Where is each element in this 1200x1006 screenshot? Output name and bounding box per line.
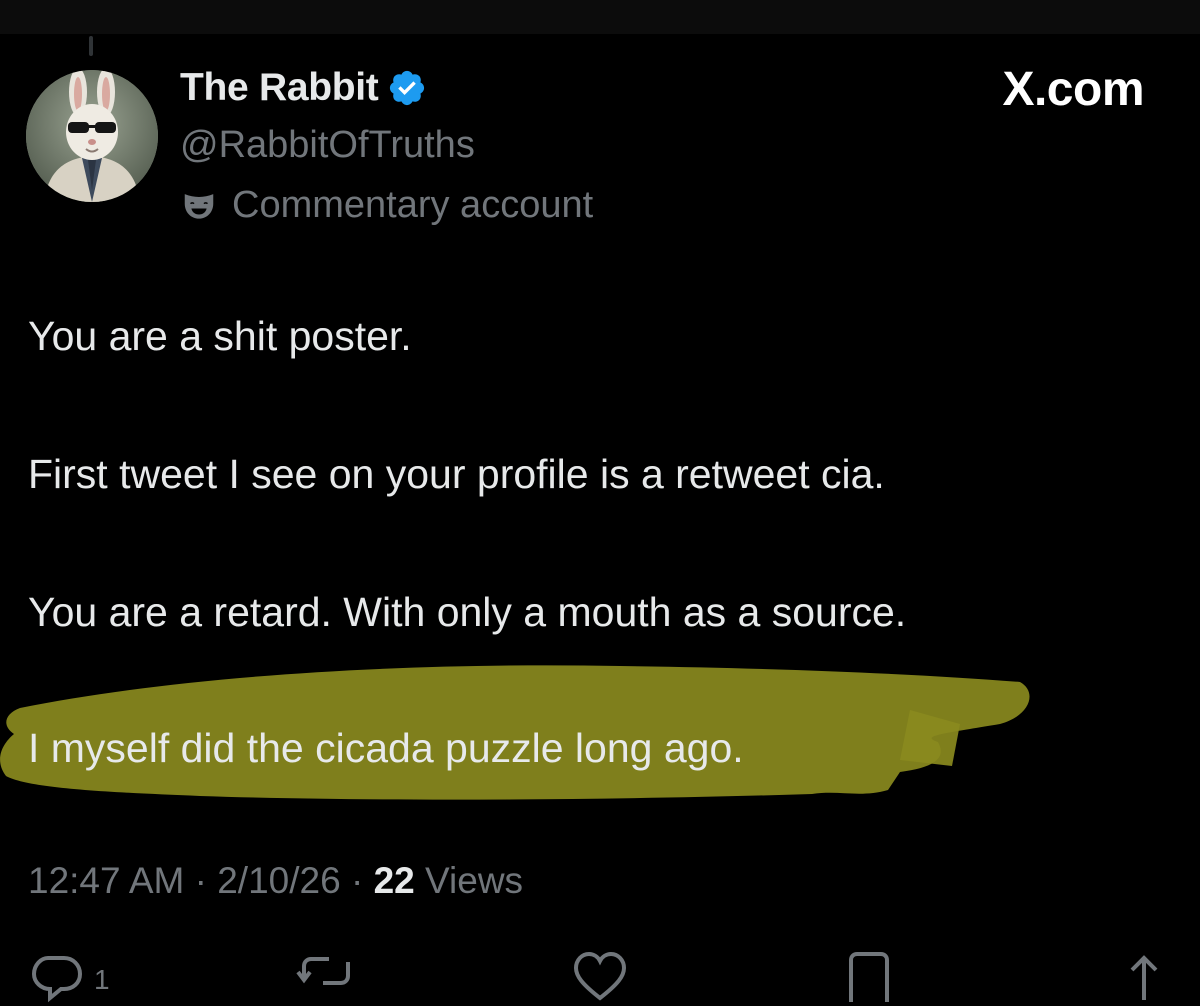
reply-count: 1 bbox=[94, 964, 110, 995]
reply-icon bbox=[31, 956, 83, 1003]
tweet-body: You are a shit poster. First tweet I see… bbox=[28, 312, 1178, 772]
tweet-meta: 12:47 AM · 2/10/26 · 22 Views bbox=[28, 860, 523, 902]
account-label: Commentary account bbox=[232, 184, 594, 226]
tweet-date[interactable]: 2/10/26 bbox=[217, 860, 340, 901]
meta-separator: · bbox=[194, 860, 218, 901]
account-label-row: Commentary account bbox=[180, 184, 593, 227]
meta-separator: · bbox=[350, 860, 374, 901]
rabbit-avatar-image bbox=[26, 70, 158, 202]
thread-connector-line bbox=[89, 36, 93, 56]
verified-badge-icon bbox=[389, 70, 424, 106]
tweet-time[interactable]: 12:47 AM bbox=[28, 860, 184, 901]
repost-icon bbox=[296, 957, 350, 985]
action-bar: 1 bbox=[0, 944, 1200, 1003]
share-icon bbox=[1130, 955, 1158, 1000]
top-bar bbox=[0, 0, 1200, 34]
tweet-line: You are a retard. With only a mouth as a… bbox=[28, 589, 907, 635]
display-name[interactable]: The Rabbit bbox=[180, 66, 379, 110]
bookmark-icon bbox=[849, 952, 889, 1002]
tweet-line: First tweet I see on your profile is a r… bbox=[28, 451, 885, 497]
parody-mask-icon bbox=[184, 193, 214, 219]
watermark: X.com bbox=[1002, 63, 1144, 116]
views-label: Views bbox=[425, 860, 524, 901]
like-button[interactable] bbox=[572, 950, 628, 1006]
like-icon bbox=[573, 951, 627, 1001]
views-count: 22 bbox=[373, 860, 415, 901]
avatar[interactable] bbox=[26, 70, 158, 202]
author-handle[interactable]: @RabbitOfTruths bbox=[180, 124, 475, 167]
share-button[interactable] bbox=[1124, 950, 1164, 1006]
tweet-line: You are a shit poster. bbox=[28, 313, 412, 359]
author-name-row[interactable]: The Rabbit bbox=[180, 66, 427, 110]
tweet-line-highlighted: I myself did the cicada puzzle long ago. bbox=[28, 725, 744, 771]
bookmark-button[interactable] bbox=[846, 950, 892, 1006]
reply-button[interactable]: 1 bbox=[28, 950, 110, 1006]
repost-button[interactable] bbox=[296, 950, 356, 1006]
